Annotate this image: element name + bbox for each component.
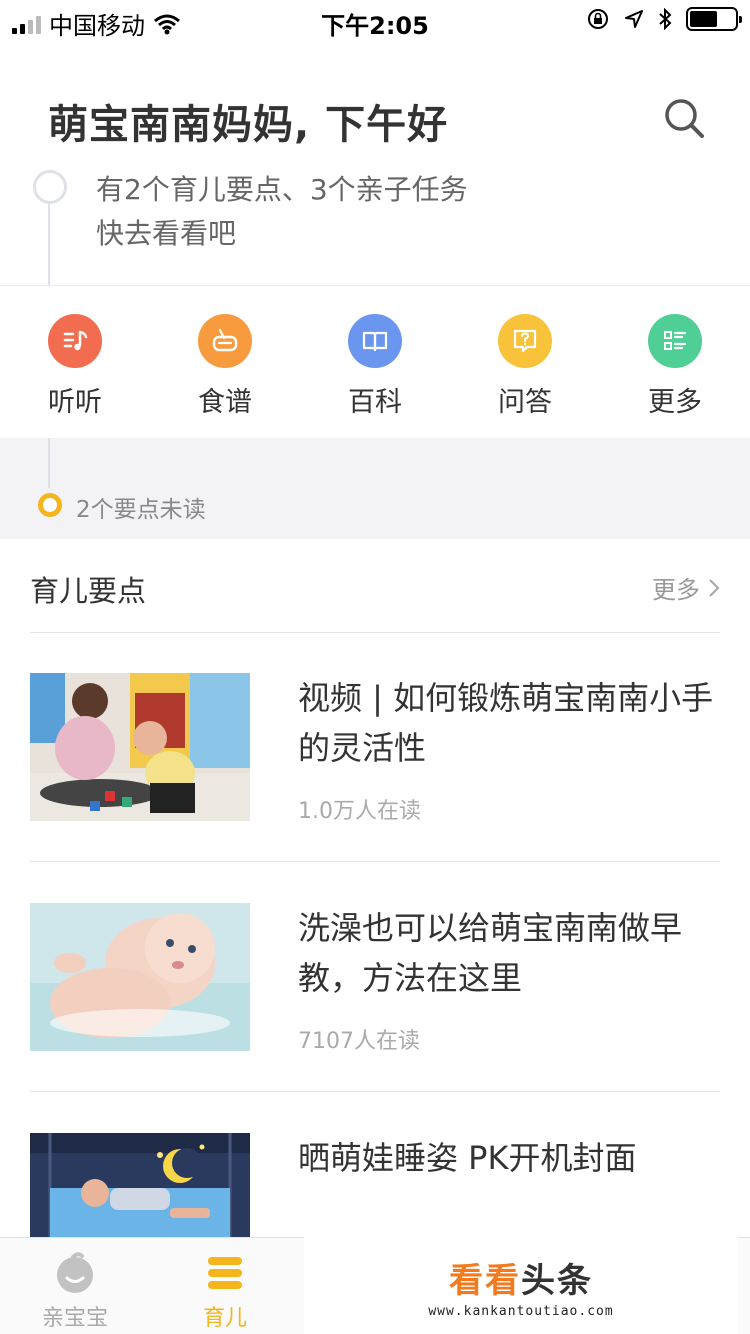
divider — [30, 632, 720, 633]
timeline-line — [48, 204, 50, 286]
location-icon — [625, 10, 643, 28]
battery-icon — [686, 7, 742, 31]
quick-entry-label: 更多 — [648, 387, 702, 418]
book-icon — [348, 314, 402, 368]
divider — [30, 1091, 720, 1092]
article-card[interactable]: 晒萌娃睡姿 PK开机封面 — [30, 1133, 720, 1237]
quick-entry-more[interactable]: 更多 — [600, 286, 750, 438]
article-card[interactable]: 视频 | 如何锻炼萌宝南南小手的灵活性 1.0万人在读 — [30, 673, 720, 824]
watermark-url: www.kankantoutiao.com — [428, 1303, 614, 1319]
section-more-link[interactable]: 更多 — [652, 570, 720, 605]
article-readers: 1.0万人在读 — [298, 799, 421, 824]
article-title: 视频 | 如何锻炼萌宝南南小手的灵活性 — [298, 679, 714, 767]
article-title: 晒萌娃睡姿 PK开机封面 — [298, 1139, 637, 1177]
quick-entry-row: 听听 食谱 百科 问答 更多 — [0, 286, 750, 438]
baby-face-icon — [57, 1252, 93, 1293]
bowl-icon — [198, 314, 252, 368]
unread-label: 2个要点未读 — [76, 497, 206, 523]
quick-entry-label: 问答 — [498, 387, 552, 418]
unread-dot — [38, 493, 62, 517]
tip-message[interactable]: 有2个育儿要点、3个亲子任务 快去看看吧 — [96, 168, 468, 256]
watermark-logo: 看看头条 — [449, 1253, 593, 1302]
section-title: 育儿要点 — [30, 574, 147, 608]
article-card[interactable]: 洗澡也可以给萌宝南南做早教，方法在这里 7107人在读 — [30, 903, 720, 1054]
more-label: 更多 — [652, 576, 700, 604]
status-bar: 中国移动 下午2:05 — [0, 0, 750, 40]
article-title: 洗澡也可以给萌宝南南做早教，方法在这里 — [298, 909, 683, 997]
article-thumbnail — [30, 1133, 250, 1237]
tab-yuer[interactable]: 育儿 — [150, 1238, 300, 1332]
quick-entry-recipes[interactable]: 食谱 — [150, 286, 300, 438]
quick-entry-qa[interactable]: 问答 — [450, 286, 600, 438]
music-icon — [48, 314, 102, 368]
divider — [30, 861, 720, 862]
status-right — [586, 7, 742, 31]
quick-entry-label: 食谱 — [198, 387, 252, 418]
search-button[interactable] — [660, 94, 708, 142]
tab-label: 育儿 — [202, 1306, 247, 1331]
greeting-title: 萌宝南南妈妈, 下午好 — [48, 102, 449, 148]
watermark-logo-part2: 头条 — [521, 1260, 593, 1301]
question-icon — [498, 314, 552, 368]
list-icon — [648, 314, 702, 368]
tip-line-1: 有2个育儿要点、3个亲子任务 — [96, 173, 468, 206]
menu-icon — [208, 1257, 242, 1289]
watermark-logo-part1: 看看 — [449, 1260, 521, 1301]
search-icon — [665, 99, 704, 138]
quick-entry-label: 百科 — [348, 387, 402, 418]
tip-line-2: 快去看看吧 — [96, 217, 237, 250]
article-thumbnail — [30, 673, 250, 821]
bluetooth-icon — [659, 8, 672, 30]
article-readers: 7107人在读 — [298, 1029, 420, 1054]
article-thumbnail — [30, 903, 250, 1051]
quick-entry-listen[interactable]: 听听 — [0, 286, 150, 438]
timeline-line — [48, 438, 50, 488]
tab-label: 亲宝宝 — [41, 1306, 108, 1331]
rotation-lock-icon — [588, 9, 608, 29]
quick-entry-encyclopedia[interactable]: 百科 — [300, 286, 450, 438]
chevron-right-icon — [709, 578, 720, 597]
timeline-dot — [33, 170, 67, 204]
quick-entry-label: 听听 — [48, 387, 102, 418]
tab-qinbaobao[interactable]: 亲宝宝 — [0, 1238, 150, 1332]
watermark: 看看头条 www.kankantoutiao.com — [304, 1237, 738, 1334]
